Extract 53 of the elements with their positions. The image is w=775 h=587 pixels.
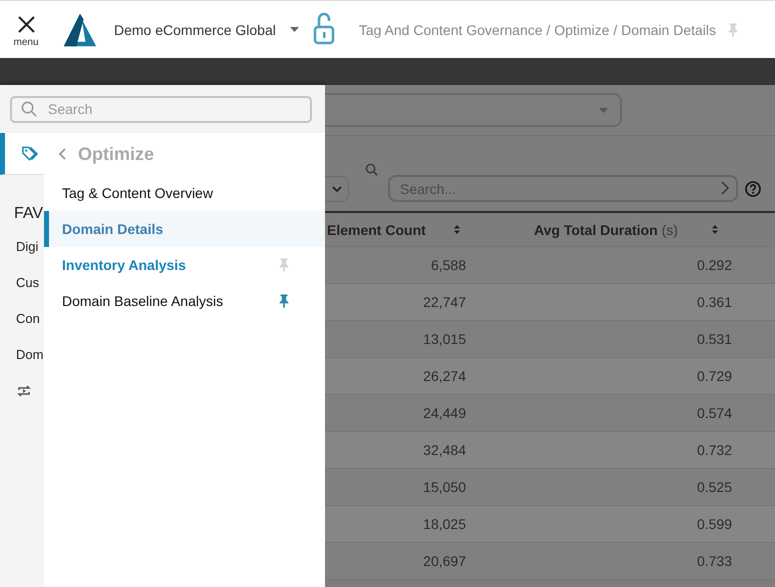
menu-title: Optimize [78,144,154,164]
sort-icon[interactable] [454,225,460,234]
table-cell: 32,484 [423,442,466,458]
breadcrumb: Tag And Content Governance / Optimize / Domain Details [358,22,716,38]
back-icon[interactable] [58,148,67,160]
favorite-item[interactable]: Con [0,301,44,337]
sort-icon[interactable] [712,225,718,234]
select-field[interactable] [325,176,349,202]
close-icon [16,15,36,34]
caret-icon [290,27,299,32]
table-cell: 0.292 [696,257,732,273]
table-cell: 0.531 [696,331,732,347]
menu-item[interactable]: Domain Baseline Analysis [44,283,325,319]
table-cell: 24,449 [423,405,466,421]
repeat-icon[interactable] [16,383,32,399]
logo-icon[interactable] [62,12,98,48]
menu-item[interactable]: Tag & Content Overview [44,175,325,211]
table-cell: 0.599 [696,516,732,532]
table-cell: 0.733 [696,553,732,569]
search-icon [365,162,378,176]
tag-icon [21,145,38,162]
column-header[interactable]: Element Count [325,213,470,246]
favorite-item[interactable]: Cus [0,265,44,301]
table-cell: 0.729 [696,368,732,384]
favorite-item[interactable]: Dom [0,337,44,373]
padlock-icon[interactable] [312,10,335,44]
caret-icon [599,108,608,112]
table-cell: 0.574 [696,405,732,421]
table-cell: 15,050 [423,479,466,495]
dropdown-field[interactable] [325,93,622,127]
rail-tab[interactable] [0,133,44,175]
chevron-icon[interactable] [721,181,729,195]
table-cell: 26,274 [423,368,466,384]
help-icon[interactable] [745,181,761,197]
menu-item[interactable]: Inventory Analysis [44,247,325,283]
table-cell: 20,697 [423,553,466,569]
favorites-heading: FAV [13,204,44,224]
pin-icon[interactable] [277,293,291,309]
chevron-icon [332,186,342,192]
table-cell: 0.525 [696,479,732,495]
favorite-item[interactable]: Digi [0,229,44,265]
table-cell: 0.361 [696,294,732,310]
table-cell: 18,025 [423,516,466,532]
menu-item[interactable]: Domain Details [44,211,325,247]
search-icon [21,100,37,116]
table-cell: 13,015 [423,331,466,347]
table-cell: 0.732 [696,442,732,458]
column-header[interactable]: Avg Total Duration (s) [470,213,732,246]
table-cell: 22,747 [423,294,466,310]
organization-dropdown[interactable]: Demo eCommerce Global [114,22,299,38]
search-field[interactable]: Search [10,96,312,122]
menu-button[interactable]: menu [0,0,52,58]
table-cell: 6,588 [430,257,466,273]
